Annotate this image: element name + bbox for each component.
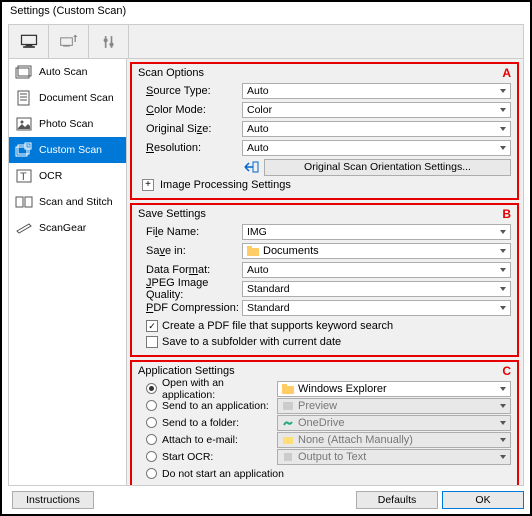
section-marker-a: A [502, 66, 511, 80]
resolution-dropdown[interactable]: Auto [242, 140, 511, 156]
save-settings-section: B Save Settings File Name: IMG Save in: … [130, 203, 519, 357]
toolbar [9, 25, 523, 59]
color-mode-label: Color Mode: [138, 104, 242, 116]
radio-open-with[interactable] [146, 383, 157, 394]
no-app-label: Do not start an application [162, 468, 284, 480]
file-name-label: File Name: [138, 226, 242, 238]
color-mode-dropdown[interactable]: Color [242, 102, 511, 118]
stitch-icon [15, 194, 33, 210]
sidebar-item-custom[interactable]: Custom Scan [9, 137, 126, 163]
window-title: Settings (Custom Scan) [2, 2, 530, 24]
ocr-icon: T [15, 168, 33, 184]
data-format-dropdown[interactable]: Auto [242, 262, 511, 278]
attach-email-label: Attach to e-mail: [162, 434, 277, 446]
document-scan-icon [15, 90, 33, 106]
expand-image-processing[interactable]: + [142, 179, 154, 191]
sidebar-item-photo[interactable]: Photo Scan [9, 111, 126, 137]
main-panel: A Scan Options Source Type: Auto Color M… [127, 59, 523, 485]
radio-start-ocr[interactable] [146, 451, 157, 462]
data-format-label: Data Format: [138, 264, 242, 276]
sidebar-item-ocr[interactable]: T OCR [9, 163, 126, 189]
send-folder-dropdown[interactable]: OneDrive [277, 415, 511, 431]
source-type-label: Source Type: [138, 85, 242, 97]
start-ocr-label: Start OCR: [162, 451, 277, 463]
original-size-dropdown[interactable]: Auto [242, 121, 511, 137]
start-ocr-dropdown[interactable]: Output to Text [277, 449, 511, 465]
sidebar-item-document[interactable]: Document Scan [9, 85, 126, 111]
save-in-dropdown[interactable]: Documents [242, 243, 511, 259]
save-in-label: Save in: [138, 245, 242, 257]
defaults-button[interactable]: Defaults [356, 491, 438, 509]
tab-to-computer[interactable] [49, 25, 89, 59]
application-settings-title: Application Settings [138, 365, 511, 377]
scan-options-section: A Scan Options Source Type: Auto Color M… [130, 62, 519, 200]
scangear-icon [15, 220, 33, 236]
original-size-label: Original Size: [138, 123, 242, 135]
sidebar: Auto Scan Document Scan Photo Scan Custo… [9, 59, 127, 485]
content-area: Auto Scan Document Scan Photo Scan Custo… [8, 24, 524, 486]
radio-attach-email[interactable] [146, 434, 157, 445]
radio-no-app[interactable] [146, 468, 157, 479]
svg-text:T: T [20, 171, 27, 183]
jpeg-quality-dropdown[interactable]: Standard [242, 281, 511, 297]
jpeg-quality-label: JPEG Image Quality: [138, 277, 242, 301]
send-folder-label: Send to a folder: [162, 417, 277, 429]
tab-general[interactable] [89, 25, 129, 59]
footer: Instructions Defaults OK [8, 490, 524, 510]
custom-scan-icon [15, 142, 33, 158]
save-settings-title: Save Settings [138, 208, 511, 220]
pdf-compression-dropdown[interactable]: Standard [242, 300, 511, 316]
photo-scan-icon [15, 116, 33, 132]
pdf-keyword-checkbox[interactable]: ✓ [146, 320, 158, 332]
subfolder-checkbox[interactable] [146, 336, 158, 348]
open-with-label: Open with an application: [162, 377, 277, 401]
section-marker-b: B [502, 207, 511, 221]
send-app-dropdown[interactable]: Preview [277, 398, 511, 414]
ok-button[interactable]: OK [442, 491, 524, 509]
auto-scan-icon [15, 64, 33, 80]
source-type-dropdown[interactable]: Auto [242, 83, 511, 99]
instructions-button[interactable]: Instructions [12, 491, 94, 509]
tab-from-computer[interactable] [9, 25, 49, 59]
resolution-label: Resolution: [138, 142, 242, 154]
orientation-settings-button[interactable]: Original Scan Orientation Settings... [264, 159, 511, 176]
radio-send-app[interactable] [146, 400, 157, 411]
sidebar-item-scangear[interactable]: ScanGear [9, 215, 126, 241]
open-with-dropdown[interactable]: Windows Explorer [277, 381, 511, 397]
send-app-label: Send to an application: [162, 400, 277, 412]
file-name-dropdown[interactable]: IMG [242, 224, 511, 240]
scan-options-title: Scan Options [138, 67, 511, 79]
orientation-icon[interactable] [242, 159, 260, 175]
attach-email-dropdown[interactable]: None (Attach Manually) [277, 432, 511, 448]
pdf-keyword-label: Create a PDF file that supports keyword … [162, 320, 393, 332]
subfolder-label: Save to a subfolder with current date [162, 336, 341, 348]
image-processing-label: Image Processing Settings [160, 179, 291, 191]
sidebar-item-auto[interactable]: Auto Scan [9, 59, 126, 85]
section-marker-c: C [502, 364, 511, 378]
radio-send-folder[interactable] [146, 417, 157, 428]
pdf-compression-label: PDF Compression: [138, 302, 242, 314]
application-settings-section: C Application Settings Open with an appl… [130, 360, 519, 485]
sidebar-item-stitch[interactable]: Scan and Stitch [9, 189, 126, 215]
